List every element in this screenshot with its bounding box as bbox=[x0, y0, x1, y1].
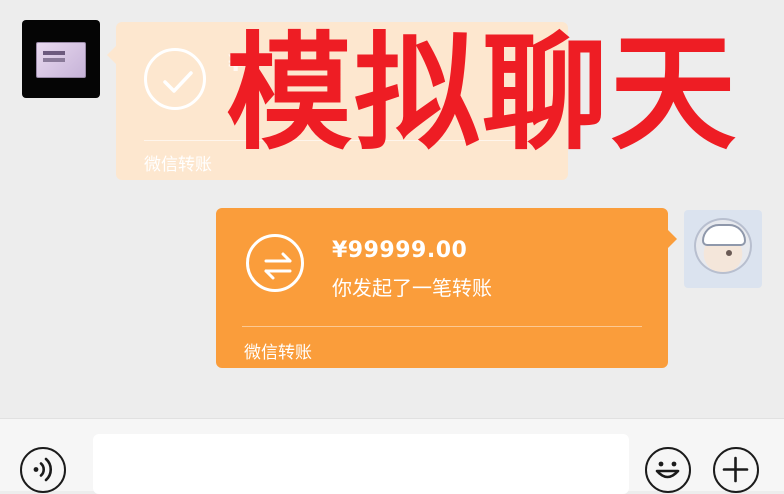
check-icon bbox=[144, 48, 206, 110]
input-bar bbox=[0, 418, 784, 494]
sent-transfer-footer: 微信转账 bbox=[244, 343, 312, 363]
emoji-icon bbox=[655, 461, 680, 479]
sent-transfer-bubble[interactable]: ¥99999.00 你发起了一笔转账 微信转账 bbox=[216, 208, 677, 368]
message-input[interactable] bbox=[93, 434, 629, 494]
overlay-title: 模拟聊天 bbox=[226, 20, 738, 167]
contact-avatar[interactable] bbox=[22, 20, 100, 98]
chat-area: ¥ 微信转账 模拟聊天 ¥99999.00 你发起了一笔转账 微信转账 bbox=[0, 0, 784, 418]
voice-icon bbox=[33, 457, 53, 482]
plus-button[interactable] bbox=[713, 447, 759, 493]
sent-transfer-status: 你发起了一笔转账 bbox=[332, 276, 492, 300]
sent-transfer-amount: ¥99999.00 bbox=[332, 238, 468, 263]
divider bbox=[242, 326, 642, 327]
avatar-image bbox=[36, 42, 86, 78]
received-transfer-footer: 微信转账 bbox=[144, 155, 212, 175]
voice-button[interactable] bbox=[20, 447, 66, 493]
transfer-arrows-icon bbox=[246, 234, 304, 292]
my-avatar[interactable] bbox=[684, 210, 762, 288]
avatar-image bbox=[694, 218, 752, 274]
plus-icon bbox=[722, 456, 749, 483]
emoji-button[interactable] bbox=[645, 447, 691, 493]
